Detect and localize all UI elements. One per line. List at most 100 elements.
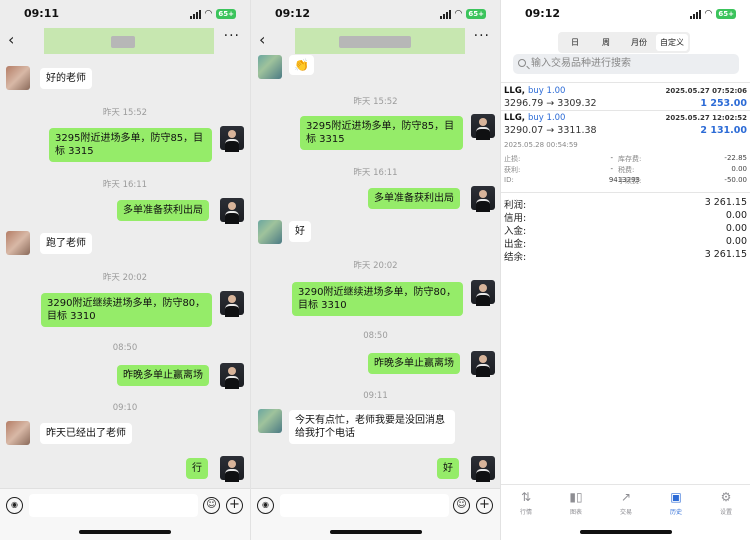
segment-custom[interactable]: 自定义 [656, 34, 688, 51]
avatar[interactable] [220, 291, 244, 317]
plus-icon[interactable]: + [476, 497, 493, 514]
trade-symbol: LLG, [504, 86, 526, 96]
message-bubble: 好 [437, 458, 459, 479]
message-input[interactable] [280, 494, 449, 517]
status-bar: 09:11 ◠ 65+ [0, 0, 250, 28]
detail-label: 获利: [504, 166, 521, 174]
wifi-icon: ◠ [204, 9, 213, 19]
avatar[interactable] [6, 421, 30, 445]
battery-icon: 65+ [466, 9, 486, 19]
history-icon: ▣ [670, 490, 682, 504]
avatar[interactable] [258, 55, 282, 79]
tab-trade[interactable]: ↗ 交易 [601, 489, 651, 516]
detail-value: -22.85 [724, 154, 747, 162]
quotes-icon: ⇅ [520, 490, 532, 504]
timestamp: 昨天 15:52 [102, 108, 148, 118]
wifi-icon: ◠ [704, 9, 713, 19]
chat-screen-middle: 09:12 ◠ 65+ ‹ ··· 👏 昨天 15:52 3295附近进场多单，… [250, 0, 500, 540]
back-icon[interactable]: ‹ [8, 30, 14, 49]
segment-month[interactable]: 月份 [622, 34, 656, 51]
summary-row: 入金: 0.00 [504, 223, 747, 237]
trade-profit: 1 253.00 [700, 98, 747, 109]
plus-icon[interactable]: + [226, 497, 243, 514]
message-bubble: 3295附近进场多单，防守85，目标 3315 [49, 128, 212, 162]
avatar[interactable] [258, 220, 282, 244]
avatar[interactable] [6, 231, 30, 255]
avatar[interactable] [6, 66, 30, 90]
detail-value: -50.00 [724, 176, 747, 184]
summary-row: 利润: 3 261.15 [504, 197, 747, 211]
trade-row[interactable]: LLG, buy 1.00 2025.05.27 12:02:52 3290.0… [501, 110, 750, 190]
avatar[interactable] [220, 198, 244, 224]
detail-label: 止损: [504, 155, 521, 163]
detail-label: 手续费: [618, 177, 642, 185]
avatar[interactable] [471, 280, 495, 306]
status-time: 09:11 [24, 7, 60, 20]
message-bubble: 3290附近继续进场多单，防守80，目标 3310 [292, 282, 463, 316]
tab-settings[interactable]: ⚙ 设置 [701, 489, 750, 516]
message-input[interactable] [29, 494, 198, 517]
detail-label: ID: [504, 176, 514, 184]
settings-icon: ⚙ [720, 490, 732, 504]
timestamp: 08:50 [363, 331, 388, 341]
segment-day[interactable]: 日 [560, 34, 590, 51]
summary-value: 0.00 [725, 236, 747, 247]
home-indicator [79, 530, 171, 534]
period-segmented-control: 日 周 月份 自定义 [558, 32, 690, 53]
avatar[interactable] [471, 186, 495, 212]
bottom-tab-bar: ⇅ 行情 ▮▯ 图表 ↗ 交易 ▣ 历史 ⚙ 设置 [501, 484, 750, 522]
detail-label: 税费: [618, 166, 635, 174]
avatar[interactable] [258, 409, 282, 433]
more-icon[interactable]: ··· [224, 28, 240, 44]
tab-quotes[interactable]: ⇅ 行情 [501, 489, 551, 516]
trade-icon: ↗ [620, 490, 632, 504]
avatar[interactable] [220, 456, 244, 482]
trade-date: 2025.05.27 12:02:52 [665, 114, 747, 122]
avatar[interactable] [220, 126, 244, 152]
chart-icon: ▮▯ [569, 490, 583, 504]
chat-input-bar: ◉ ☺ + [251, 488, 500, 540]
emoji-icon[interactable]: ☺ [453, 497, 470, 514]
message-bubble: 多单准备获利出局 [117, 200, 209, 221]
message-bubble: 3290附近继续进场多单，防守80，目标 3310 [41, 293, 212, 327]
message-bubble: 昨晚多单止赢离场 [117, 365, 209, 386]
status-bar: 09:12 ◠ 65+ [251, 0, 500, 28]
battery-icon: 65+ [716, 9, 736, 19]
timestamp: 昨天 20:02 [353, 261, 398, 271]
signal-icon [189, 9, 201, 19]
summary-value: 0.00 [725, 223, 747, 234]
summary-row: 结余: 3 261.15 [504, 249, 747, 263]
back-icon[interactable]: ‹ [259, 30, 265, 49]
message-bubble: 👏 [289, 55, 314, 75]
home-indicator [579, 530, 672, 534]
emoji-icon[interactable]: ☺ [203, 497, 220, 514]
trade-price: 3296.79 → 3309.32 [504, 98, 597, 109]
trade-row[interactable]: LLG, buy 1.00 2025.05.27 07:52:06 3296.7… [501, 82, 750, 110]
trade-history-screen: 09:12 ◠ 65+ 日 周 月份 自定义 输入交易品种进行搜索 LLG, b… [500, 0, 750, 540]
wifi-icon: ◠ [454, 9, 463, 19]
signal-icon [689, 9, 701, 19]
trade-side: buy 1.00 [528, 86, 566, 96]
trade-symbol: LLG, [504, 113, 526, 123]
more-icon[interactable]: ··· [474, 28, 490, 44]
tab-chart[interactable]: ▮▯ 图表 [551, 489, 601, 516]
search-icon [518, 59, 526, 67]
timestamp: 昨天 15:52 [353, 97, 398, 107]
message-bubble: 好 [289, 221, 311, 242]
status-time: 09:12 [275, 7, 311, 20]
detail-value: - [610, 165, 613, 173]
avatar[interactable] [471, 351, 495, 377]
chat-screen-left: 09:11 ◠ 65+ ‹ ··· 好的老师 昨天 15:52 3295附近进场… [0, 0, 250, 540]
avatar[interactable] [471, 456, 495, 482]
trade-price: 3290.07 → 3311.38 [504, 125, 597, 136]
timestamp: 09:10 [112, 403, 138, 413]
avatar[interactable] [220, 363, 244, 389]
voice-icon[interactable]: ◉ [257, 497, 274, 514]
symbol-search-input[interactable]: 输入交易品种进行搜索 [513, 54, 739, 74]
message-bubble: 昨晚多单止赢离场 [368, 353, 460, 374]
avatar[interactable] [471, 114, 495, 140]
message-bubble: 多单准备获利出局 [368, 188, 460, 209]
segment-week[interactable]: 周 [590, 34, 622, 51]
tab-history[interactable]: ▣ 历史 [651, 489, 701, 516]
voice-icon[interactable]: ◉ [6, 497, 23, 514]
